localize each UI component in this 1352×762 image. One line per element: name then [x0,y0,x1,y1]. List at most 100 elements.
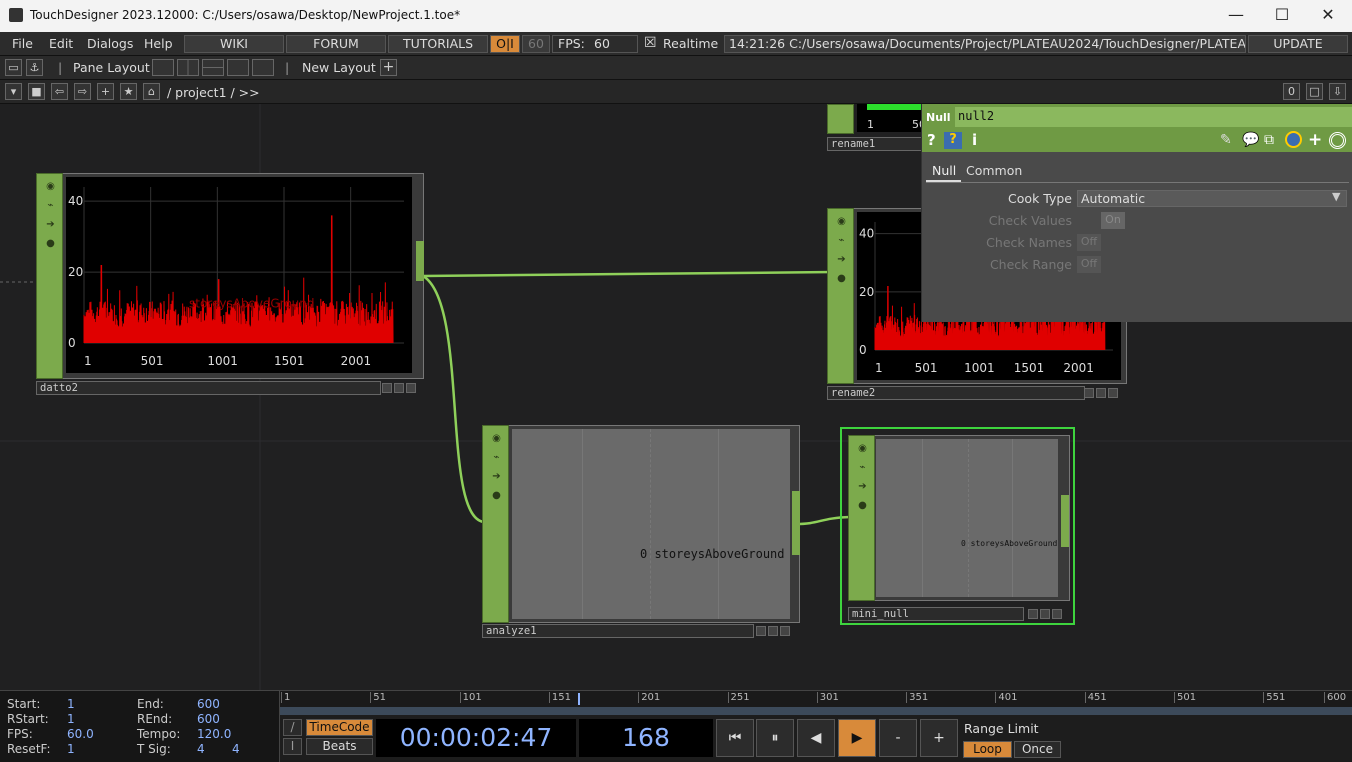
node-rename1[interactable]: 1 50 rename1 [827,104,927,152]
star-icon[interactable]: ★ [120,83,137,100]
zero-button[interactable]: 0 [1283,83,1300,100]
ruler-tick: 451 [1084,692,1107,703]
check-names-toggle[interactable]: Off [1077,234,1101,251]
y-tick-label: 20 [859,285,874,299]
cook-type-dropdown[interactable]: Automatic [1077,190,1347,207]
tsig-b-value[interactable]: 4 [232,742,240,756]
datto2-viewer: 40 20 0 1 501 1001 1501 2001 storeysAboveGround [66,177,412,373]
analyze1-sidebar: ◉ ⌁ ➔ ● [482,425,509,623]
title-bar: TouchDesigner 2023.12000: C:/Users/osawa… [0,0,1352,32]
timeline-fps-value[interactable]: 60.0 [67,727,94,741]
maximize-pane-icon[interactable]: □ [1306,83,1323,100]
timecode-button[interactable]: TimeCode [306,719,373,736]
timecode-display[interactable]: 00:00:02:47 [376,719,576,757]
slash-icon[interactable]: / [283,719,302,736]
layout-quad-icon[interactable] [252,59,274,76]
forum-button[interactable]: FORUM [286,35,386,53]
rend-value[interactable]: 600 [197,712,220,726]
resetf-value[interactable]: 1 [67,742,75,756]
frame-display[interactable]: 168 [579,719,713,757]
python-help-icon[interactable]: ? [944,132,962,149]
analyze1-output[interactable] [792,491,800,555]
pause-icon[interactable]: ⏸ [756,719,794,757]
datto2-label[interactable]: datto2 [36,381,381,395]
check-range-toggle[interactable]: Off [1077,256,1101,273]
rstart-label: RStart: [7,712,49,726]
resetf-label: ResetF: [7,742,51,756]
loop-button[interactable]: Loop [963,741,1012,758]
tempo-value[interactable]: 120.0 [197,727,231,741]
timeline-range[interactable] [280,707,1352,715]
network-icon[interactable]: ▭ [5,59,22,76]
info-icon[interactable]: i [972,131,977,149]
chevron-down-icon[interactable]: ▾ [5,83,22,100]
x-tick-label: 1 [84,354,92,368]
wiki-button[interactable]: WIKI [184,35,284,53]
node-mini-null[interactable]: ◉ ⌁ ➔ ● 0 storeysAboveGround mini_null [840,427,1075,625]
mini-null-output[interactable] [1061,495,1069,547]
end-value[interactable]: 600 [197,697,220,711]
node-analyze1[interactable]: ◉ ⌁ ➔ ● 0 storeysAboveGround analyze1 [482,425,800,639]
mini-null-value: 0 storeysAboveGround [961,539,1058,548]
rename1-label[interactable]: rename1 [827,137,927,151]
datto2-output[interactable] [416,241,424,281]
once-button[interactable]: Once [1014,741,1061,758]
timeline-ruler[interactable]: 1 51 101 151 201 251 301 351 401 451 501 551 600 [280,691,1352,715]
new-layout-button[interactable]: + [380,59,397,76]
comment-icon[interactable]: 💬 [1242,132,1259,148]
tab-common[interactable]: Common [966,163,1022,178]
tutorials-button[interactable]: TUTORIALS [388,35,488,53]
layout-hsplit-icon[interactable] [202,59,224,76]
rename2-label[interactable]: rename2 [827,386,1085,400]
download-icon[interactable]: ⇩ [1329,83,1346,100]
ruler-tick: 151 [548,692,571,703]
sixty-button[interactable]: 60 [522,35,550,53]
menu-dialogs[interactable]: Dialogs [87,36,133,51]
op-name-field[interactable]: null2 [955,107,1352,127]
back-icon[interactable]: ⇦ [51,83,68,100]
layout-three-icon[interactable] [227,59,249,76]
network-path[interactable]: / project1 / >> [167,85,260,100]
step-back-icon[interactable]: ◀ [797,719,835,757]
tsig-a-value[interactable]: 4 [197,742,205,756]
forward-icon[interactable]: ⇨ [74,83,91,100]
analyze1-label[interactable]: analyze1 [482,624,754,638]
help-icon[interactable]: ? [927,131,936,149]
bypass-icon: ● [46,238,55,249]
maximize-button[interactable]: ☐ [1259,4,1305,26]
window-title: TouchDesigner 2023.12000: C:/Users/osawa… [30,8,461,22]
layout-single-icon[interactable] [152,59,174,76]
add-param-icon[interactable]: + [1308,130,1322,150]
pencil-icon[interactable]: ✎ [1220,132,1232,148]
menu-help[interactable]: Help [144,36,173,51]
start-value[interactable]: 1 [67,697,75,711]
clone-icon[interactable]: ⧉ [1264,132,1274,148]
layout-vsplit-icon[interactable] [177,59,199,76]
mini-null-label[interactable]: mini_null [848,607,1024,621]
add-icon[interactable]: + [97,83,114,100]
anchor-icon[interactable]: ⚓ [26,59,43,76]
menu-edit[interactable]: Edit [49,36,73,51]
tab-null[interactable]: Null [932,163,956,178]
stop-icon[interactable]: ■ [28,83,45,100]
beats-button[interactable]: Beats [306,738,373,755]
play-icon[interactable]: ▶ [838,719,876,757]
skip-back-icon[interactable]: ⏮ [716,719,754,757]
plus-button[interactable]: + [920,719,958,757]
arrow-icon: ➔ [46,219,55,230]
playhead[interactable] [578,693,580,705]
rstart-value[interactable]: 1 [67,712,75,726]
check-values-toggle[interactable]: On [1101,212,1125,229]
minimize-button[interactable]: — [1213,4,1259,26]
target-icon[interactable] [1329,132,1346,149]
node-datto2[interactable]: ◉ ⌁ ➔ ● 40 20 0 1 501 1001 1501 2001 storeysAbov… [36,173,424,395]
oi-button[interactable]: O|I [490,35,520,53]
python-icon[interactable] [1285,131,1302,148]
minus-button[interactable]: - [879,719,917,757]
realtime-checkbox[interactable]: ☒ [644,35,657,51]
menu-file[interactable]: File [12,36,33,51]
update-button[interactable]: UPDATE [1248,35,1348,53]
bar-icon[interactable]: I [283,738,302,755]
close-button[interactable]: ✕ [1305,4,1351,26]
home-icon[interactable]: ⌂ [143,83,160,100]
